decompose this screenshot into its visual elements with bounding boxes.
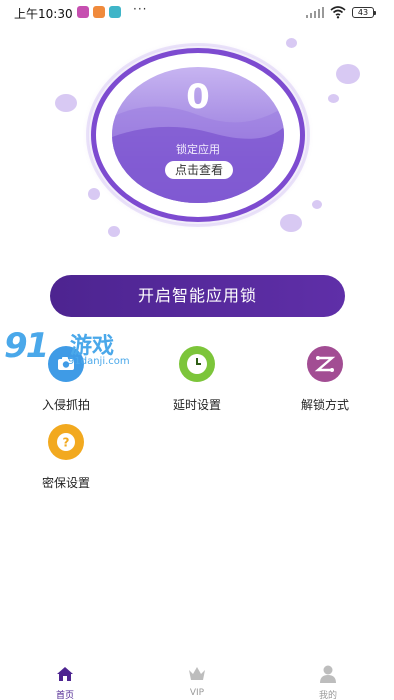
enable-smart-lock-button[interactable]: 开启智能应用锁 [50,275,345,317]
feature-label: 延时设置 [172,398,221,412]
decor-bubble [280,214,302,232]
decor-bubble [312,200,322,209]
status-bar: 上午10:30 ··· 43 [0,0,394,26]
feature-security-question[interactable]: ? 密保设置 [26,424,106,494]
crown-icon [189,667,205,680]
decor-bubble [108,226,120,237]
locked-apps-disc: 0 锁定应用 点击查看 [112,67,284,203]
wifi-icon [330,6,346,19]
svg-text:?: ? [63,436,70,450]
decor-bubble [55,94,77,112]
bottom-navigation: 首页 VIP 我的 [0,660,394,700]
nav-home[interactable]: 首页 [35,664,95,700]
feature-delay-settings[interactable]: 延时设置 [157,346,237,416]
locked-count: 0 [186,77,210,117]
decor-bubble [286,38,297,48]
more-notifications-icon: ··· [133,2,148,16]
nav-mine[interactable]: 我的 [298,664,358,700]
app-notification-icon [109,6,121,18]
app-notification-icon [93,6,105,18]
locked-apps-ring: 0 锁定应用 点击查看 [86,43,310,227]
question-icon: ? [48,424,84,460]
pattern-lock-icon [307,346,343,382]
decor-bubble [328,94,339,103]
signal-icon [306,7,324,18]
nav-mine-label: 我的 [318,691,337,700]
feature-label: 密保设置 [41,476,90,490]
app-notification-icon [77,6,89,18]
decor-bubble [336,64,360,84]
status-time: 上午10:30 [14,7,73,21]
watermark-number: 91 [4,326,49,366]
decor-bubble [88,188,100,200]
feature-label: 入侵抓拍 [41,398,90,412]
nav-vip[interactable]: VIP [167,664,227,700]
view-locked-button[interactable]: 点击查看 [165,161,233,179]
nav-vip-label: VIP [189,688,205,698]
watermark-site: 91danji.com [68,356,130,367]
feature-unlock-method[interactable]: 解锁方式 [285,346,365,416]
watermark-logo: 91 游戏 91danji.com [4,326,144,374]
locked-apps-label: 锁定应用 [176,143,220,156]
home-icon [57,667,73,681]
battery-icon: 43 [352,7,376,18]
feature-label: 解锁方式 [300,398,349,412]
nav-home-label: 首页 [55,691,74,700]
user-icon [320,665,336,683]
clock-icon [179,346,215,382]
